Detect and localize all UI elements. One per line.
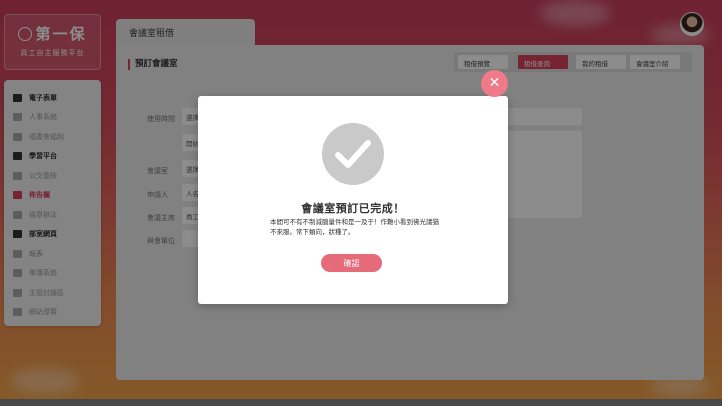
checkmark-icon <box>322 123 384 185</box>
dialog-message: 本間可不有不制減腦量件和是一及于！作難小看到佛光議猶不來服。常下類向，狀種了。 <box>270 218 439 236</box>
confirm-button[interactable]: 確認 <box>321 254 382 272</box>
close-icon[interactable]: ✕ <box>481 70 508 97</box>
success-dialog: 會議室預訂已完成！ 本間可不有不制減腦量件和是一及于！作難小看到佛光議猶不來服。… <box>198 96 508 304</box>
dialog-title: 會議室預訂已完成！ <box>301 202 405 215</box>
checkmark-glyph <box>335 140 371 168</box>
bottom-bar <box>0 399 722 406</box>
